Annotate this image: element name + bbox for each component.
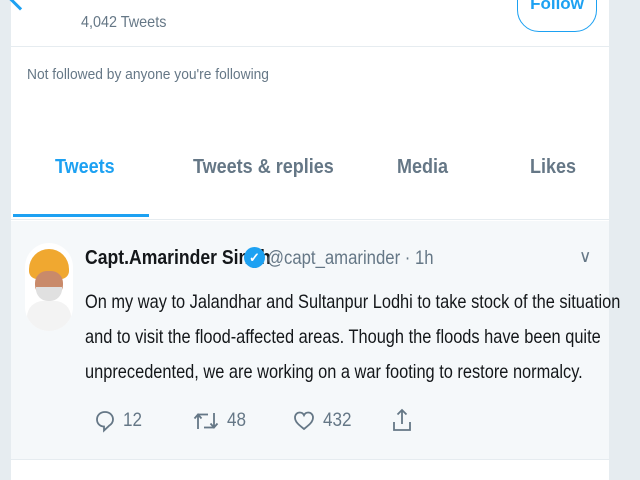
- tweet[interactable]: Capt.Amarinder Singh ✓ @capt_amarinder ·…: [11, 221, 621, 459]
- divider: [11, 46, 609, 47]
- tab-likes[interactable]: Likes: [530, 156, 576, 179]
- tweet-text-line: On my way to Jalandhar and Sultanpur Lod…: [85, 291, 621, 313]
- reply-button[interactable]: 12: [95, 407, 144, 435]
- tab-tweets[interactable]: Tweets: [55, 156, 115, 179]
- share-button[interactable]: [391, 407, 413, 435]
- tweet-text-line: unprecedented, we are working on a war f…: [85, 361, 583, 383]
- reply-icon: [95, 409, 115, 433]
- tab-tweets-replies[interactable]: Tweets & replies: [193, 156, 334, 179]
- next-tweet: [11, 460, 609, 480]
- tweet-handle-time[interactable]: @capt_amarinder · 1h: [267, 248, 434, 270]
- like-icon: [293, 409, 315, 433]
- retweet-button[interactable]: 48: [193, 407, 248, 435]
- tab-media[interactable]: Media: [397, 156, 448, 179]
- avatar[interactable]: [25, 243, 73, 331]
- profile-timeline-card: 4,042 Tweets Follow Not followed by anyo…: [4, 0, 621, 480]
- reply-count: 12: [123, 410, 143, 431]
- divider: [11, 219, 609, 220]
- tweet-count: 4,042 Tweets: [81, 14, 167, 31]
- tweet-actions: 12 48 432: [85, 407, 485, 435]
- retweet-count: 48: [227, 410, 247, 431]
- share-icon: [391, 408, 413, 434]
- retweet-icon: [193, 409, 219, 433]
- like-count: 432: [323, 410, 352, 431]
- tweet-text-line: and to visit the flood-affected areas. T…: [85, 326, 601, 348]
- profile-tabs: Tweets Tweets & replies Media Likes: [11, 140, 609, 220]
- chevron-down-icon[interactable]: ∨: [579, 247, 591, 267]
- tweet-text: On my way to Jalandhar and Sultanpur Lod…: [85, 285, 621, 390]
- tweet-author-name[interactable]: Capt.Amarinder Singh: [85, 247, 271, 270]
- like-button[interactable]: 432: [293, 407, 355, 435]
- active-tab-indicator: [13, 214, 149, 217]
- not-followed-text: Not followed by anyone you're following: [27, 66, 269, 83]
- back-arrow-icon[interactable]: [4, 0, 36, 11]
- follow-button[interactable]: Follow: [517, 0, 597, 32]
- verified-icon: ✓: [244, 247, 265, 268]
